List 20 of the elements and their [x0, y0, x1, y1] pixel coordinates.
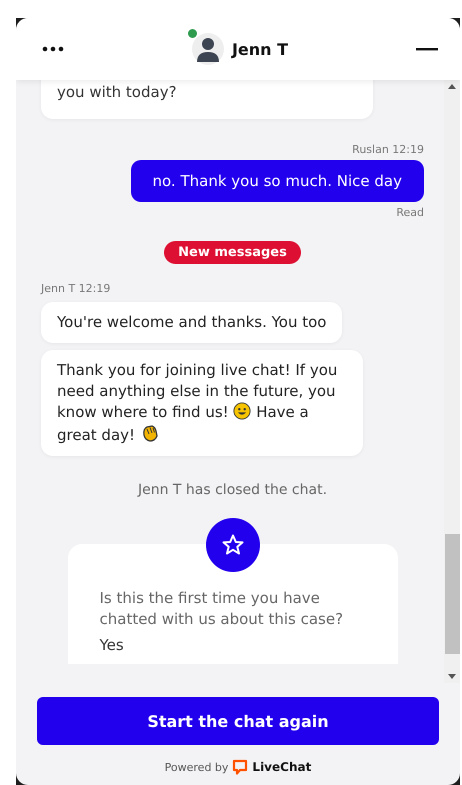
powered-by-text: Powered by — [164, 760, 228, 774]
new-messages-badge[interactable]: New messages — [164, 241, 301, 264]
survey-question: Is this the first time you have chatted with us about this case? — [100, 588, 344, 630]
message-bubble: You're welcome and thanks. You too — [41, 302, 342, 343]
agent-name: Jenn T — [232, 40, 288, 58]
scroll-down-icon[interactable] — [448, 674, 456, 679]
scroll-up-icon[interactable] — [448, 84, 456, 89]
scrollbar-thumb[interactable] — [444, 534, 460, 654]
message-sender-time: Jenn T 12:19 — [41, 282, 110, 295]
message-bubble: no. Thank you so much. Nice day — [130, 160, 424, 202]
survey-answer: Yes — [100, 636, 125, 654]
read-status: Read — [396, 206, 424, 219]
start-chat-button[interactable]: Start the chat again — [37, 697, 439, 745]
chat-closed-note: Jenn T has closed the chat. — [136, 482, 328, 498]
message-bubble: you with today? — [41, 80, 373, 119]
speech-bubble-logo-icon — [232, 759, 248, 775]
smiley-emoji-icon — [233, 402, 252, 420]
message-bubble: Thank you for joining live chat! If you need anything else in the future, you know where to find us! Have a great day! — [41, 350, 363, 456]
message-sender-time: Ruslan 12:19 — [352, 143, 424, 156]
brand-name[interactable]: LiveChat — [252, 760, 312, 774]
